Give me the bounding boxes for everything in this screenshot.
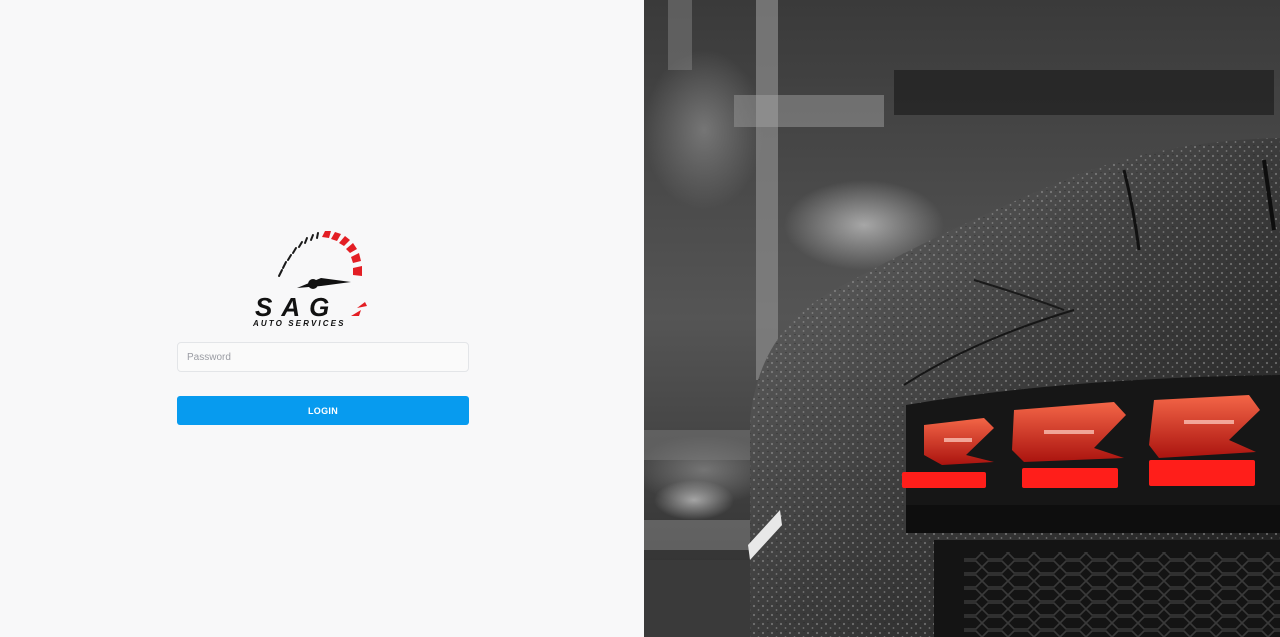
sag-auto-services-logo: SAG AUTO SERVICES [177, 228, 469, 330]
password-input[interactable] [177, 342, 469, 372]
car-taillight-photo [644, 0, 1280, 637]
login-panel: SAG AUTO SERVICES LOGIN [0, 0, 644, 637]
login-page: SAG AUTO SERVICES LOGIN [0, 0, 1280, 637]
car-background-image [644, 0, 1280, 637]
logo-brand-text: SAG [255, 292, 338, 322]
login-form: SAG AUTO SERVICES LOGIN [177, 228, 469, 425]
login-button[interactable]: LOGIN [177, 396, 469, 425]
logo-tagline: AUTO SERVICES [252, 319, 346, 328]
speedometer-logo-icon: SAG AUTO SERVICES [252, 231, 367, 328]
